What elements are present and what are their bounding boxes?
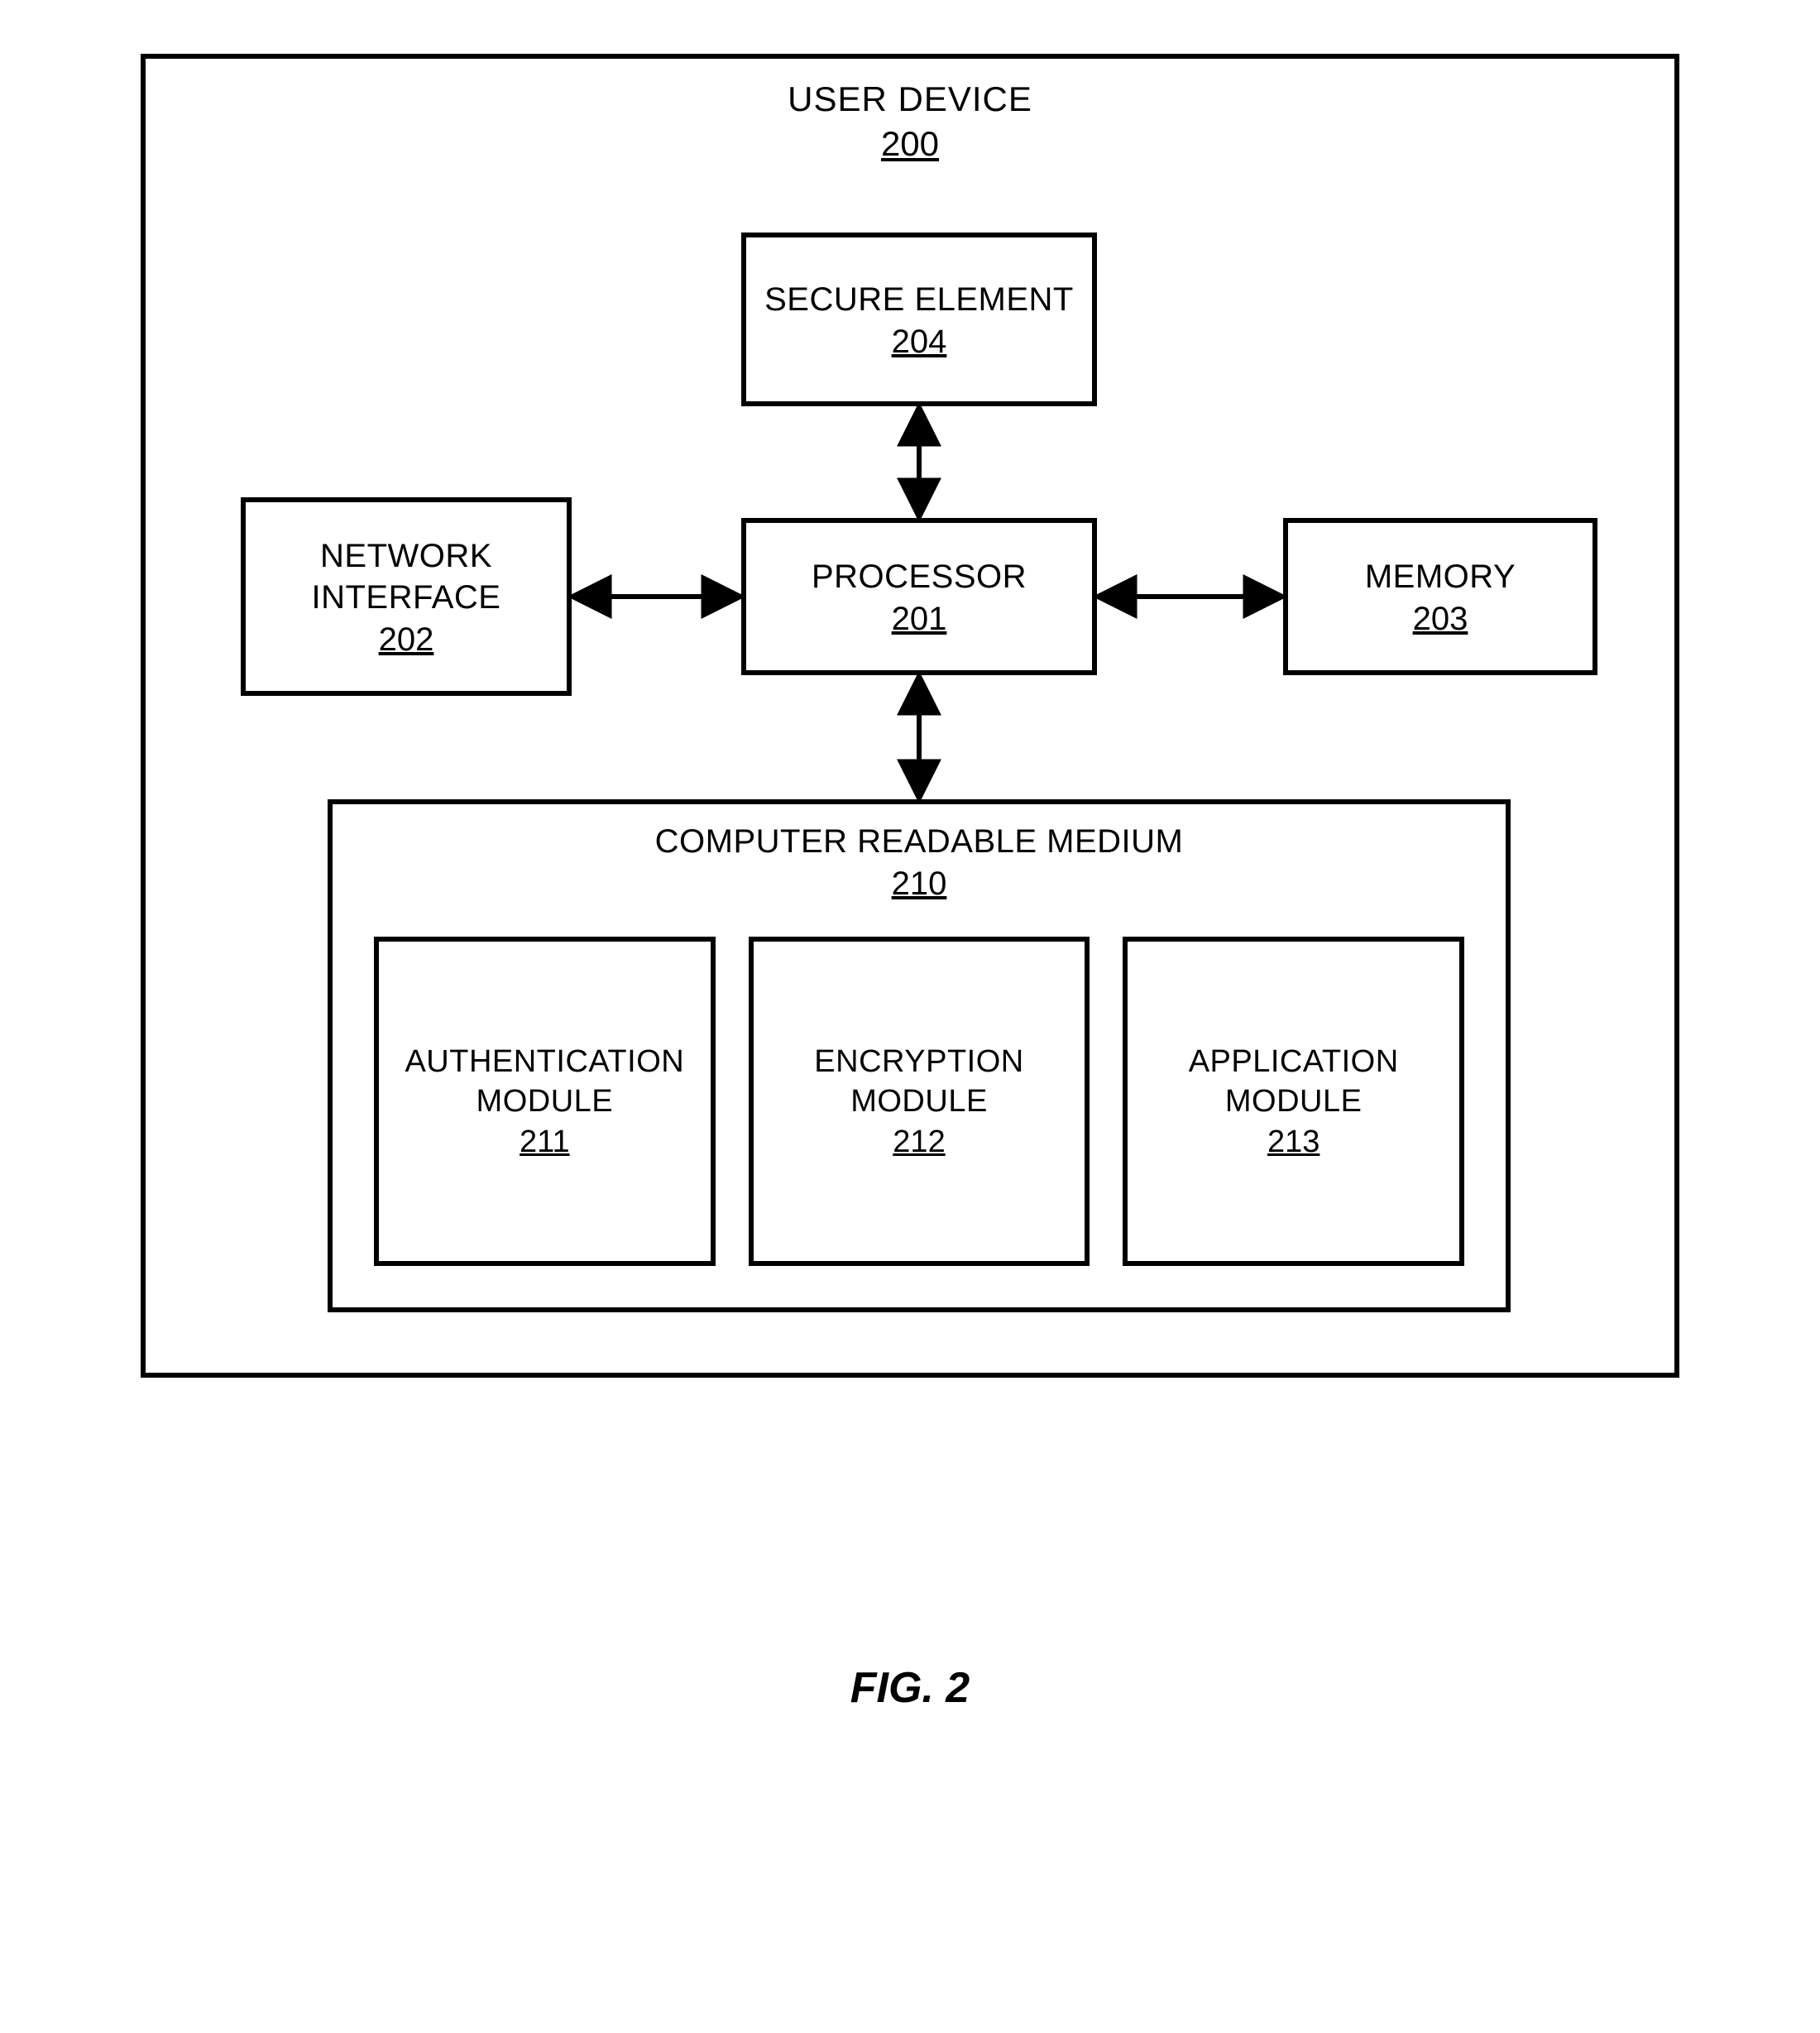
user-device-container: USER DEVICE 200 SECURE ELEMENT 204 PROCE… bbox=[141, 54, 1679, 1378]
figure-caption: FIG. 2 bbox=[0, 1663, 1820, 1713]
connector-lines bbox=[146, 59, 1674, 1373]
page: USER DEVICE 200 SECURE ELEMENT 204 PROCE… bbox=[0, 0, 1820, 2033]
